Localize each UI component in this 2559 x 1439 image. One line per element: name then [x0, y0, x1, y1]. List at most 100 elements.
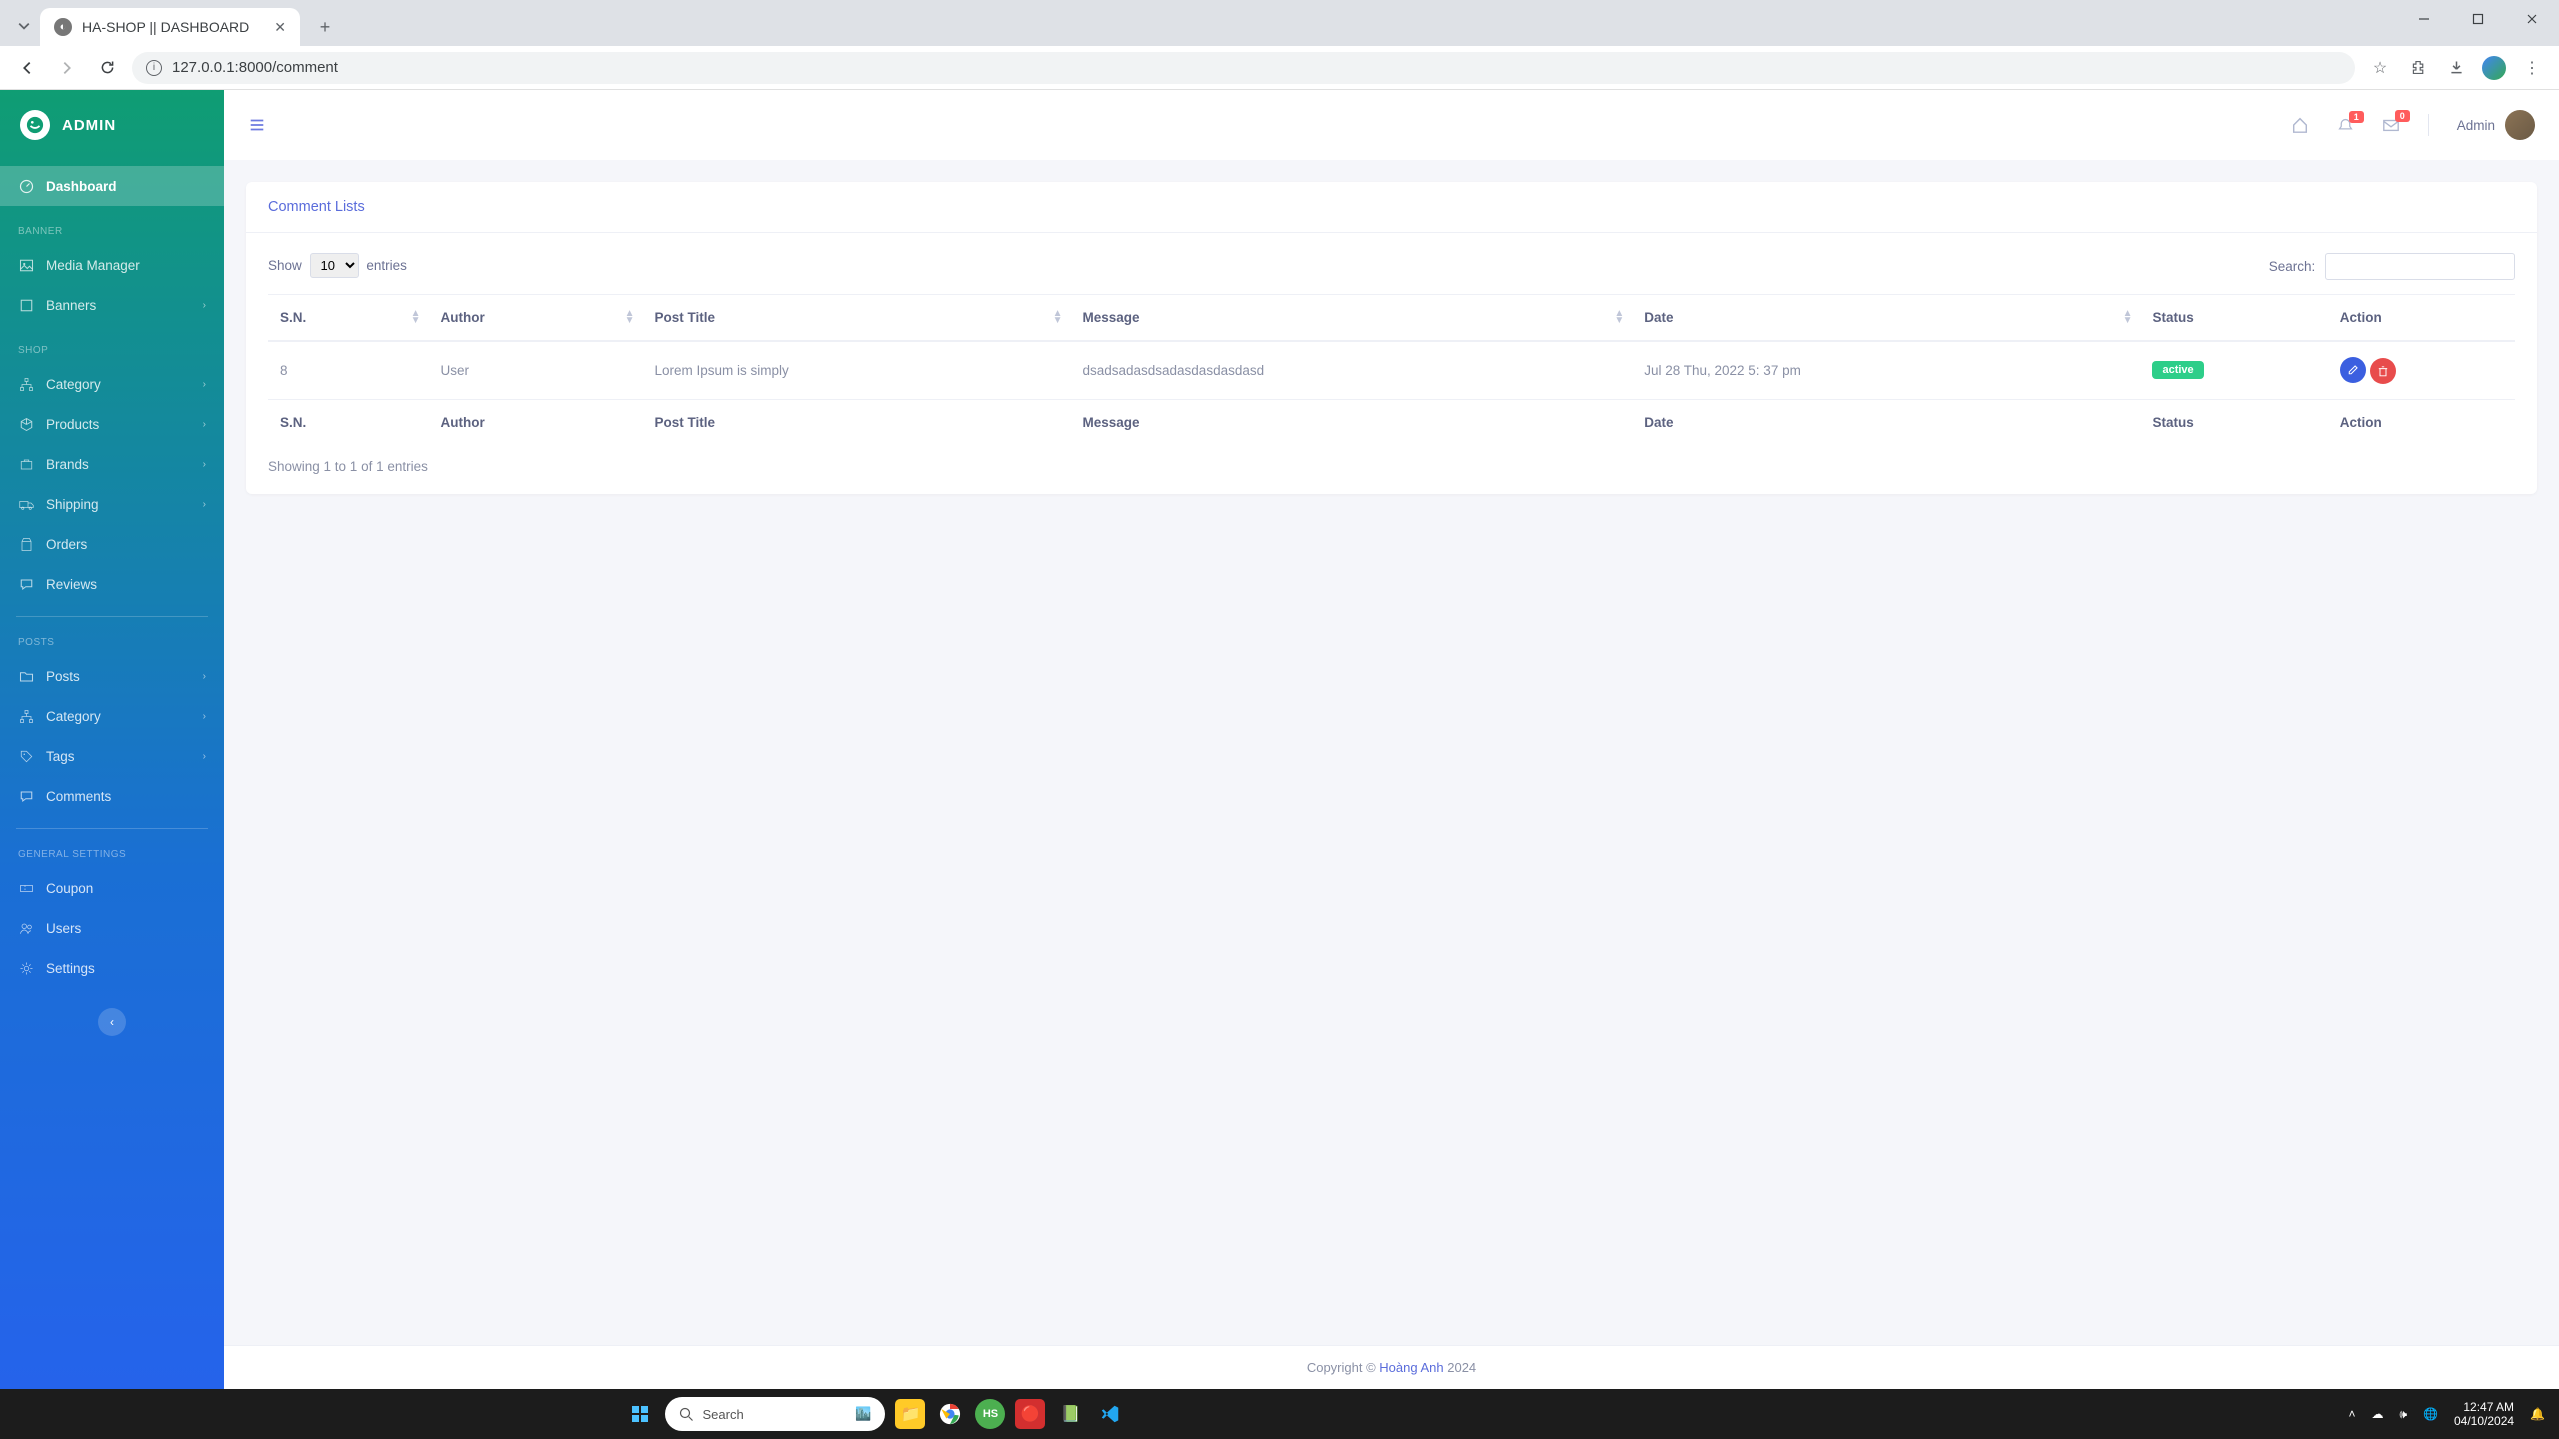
- nav-forward-button[interactable]: [52, 53, 82, 83]
- nav-section-heading: POSTS: [0, 629, 224, 656]
- chevron-right-icon: ›: [203, 419, 206, 430]
- cell-message: dsadsadasdsadasdasdasdasd: [1070, 341, 1632, 399]
- card-title: Comment Lists: [268, 199, 365, 215]
- sidebar-item-settings[interactable]: Settings: [0, 948, 224, 988]
- sidebar-item-comments[interactable]: Comments: [0, 776, 224, 816]
- tab-close-icon[interactable]: ✕: [274, 19, 286, 36]
- tab-list-dropdown[interactable]: [12, 14, 36, 38]
- sidebar-item-label: Posts: [46, 669, 80, 684]
- window-minimize-button[interactable]: [2397, 0, 2451, 38]
- chevron-right-icon: ›: [203, 711, 206, 722]
- brand-logo-icon: [20, 110, 50, 140]
- edit-button[interactable]: [2340, 357, 2366, 383]
- chrome-menu-icon[interactable]: ⋮: [2517, 53, 2547, 83]
- window-maximize-button[interactable]: [2451, 0, 2505, 38]
- tray-chevron-icon[interactable]: ˄: [2348, 1407, 2355, 1421]
- tray-lang-icon[interactable]: 🌐: [2423, 1407, 2438, 1421]
- downloads-icon[interactable]: [2441, 53, 2471, 83]
- sidebar-item-media-manager[interactable]: Media Manager: [0, 245, 224, 285]
- truck-icon: [18, 496, 34, 512]
- browser-tabs-bar: ◐ HA-SHOP || DASHBOARD ✕ +: [0, 0, 2559, 46]
- nav-section-heading: BANNER: [0, 218, 224, 245]
- layers-icon: [18, 297, 34, 313]
- browser-tab-active[interactable]: ◐ HA-SHOP || DASHBOARD ✕: [40, 8, 300, 46]
- sidebar-item-users[interactable]: Users: [0, 908, 224, 948]
- sidebar-item-label: Settings: [46, 961, 95, 976]
- tray-cloud-icon[interactable]: ☁: [2371, 1407, 2383, 1421]
- chevron-right-icon: ›: [203, 379, 206, 390]
- sidebar-item-products[interactable]: Products›: [0, 404, 224, 444]
- tray-notifications-icon[interactable]: 🔔: [2530, 1407, 2545, 1421]
- tray-wifi-icon[interactable]: 🕪: [2399, 1407, 2407, 1422]
- column-header-message[interactable]: Message▲▼: [1070, 295, 1632, 342]
- sidebar-item-orders[interactable]: Orders: [0, 524, 224, 564]
- column-footer: Action: [2328, 399, 2515, 445]
- user-name: Admin: [2457, 118, 2495, 133]
- taskbar-app-2[interactable]: 🔴: [1015, 1399, 1045, 1429]
- taskbar-search-placeholder: Search: [702, 1407, 743, 1422]
- sidebar-item-coupon[interactable]: Coupon: [0, 868, 224, 908]
- start-button[interactable]: [625, 1399, 655, 1429]
- sidebar-collapse-button[interactable]: ‹: [98, 1008, 126, 1036]
- taskbar-clock[interactable]: 12:47 AM 04/10/2024: [2454, 1400, 2514, 1428]
- taskbar-app-1[interactable]: HS: [975, 1399, 1005, 1429]
- cell-title: Lorem Ipsum is simply: [642, 341, 1070, 399]
- delete-button[interactable]: [2370, 358, 2396, 384]
- sidebar-toggle-button[interactable]: [248, 116, 266, 134]
- search-input[interactable]: [2325, 253, 2515, 280]
- taskbar-search[interactable]: Search 🏙️: [665, 1397, 885, 1431]
- sidebar-item-label: Dashboard: [46, 179, 117, 194]
- tab-title: HA-SHOP || DASHBOARD: [82, 19, 249, 35]
- file-explorer-icon[interactable]: 📁: [895, 1399, 925, 1429]
- nav-back-button[interactable]: [12, 53, 42, 83]
- image-icon: [18, 257, 34, 273]
- page-footer: Copyright © Hoàng Anh 2024: [224, 1345, 2559, 1389]
- brand[interactable]: ADMIN: [0, 90, 224, 160]
- sidebar-item-label: Shipping: [46, 497, 99, 512]
- sidebar-item-category[interactable]: Category›: [0, 696, 224, 736]
- sidebar-item-shipping[interactable]: Shipping›: [0, 484, 224, 524]
- url-input[interactable]: i 127.0.0.1:8000/comment: [132, 52, 2355, 84]
- table-info: Showing 1 to 1 of 1 entries: [268, 459, 2515, 474]
- extensions-icon[interactable]: [2403, 53, 2433, 83]
- orders-icon: [18, 536, 34, 552]
- sidebar-item-category[interactable]: Category›: [0, 364, 224, 404]
- column-header-action[interactable]: Action: [2328, 295, 2515, 342]
- table-row: 8UserLorem Ipsum is simplydsadsadasdsada…: [268, 341, 2515, 399]
- sidebar-item-label: Comments: [46, 789, 111, 804]
- sidebar-item-banners[interactable]: Banners›: [0, 285, 224, 325]
- new-tab-button[interactable]: +: [310, 12, 340, 42]
- search-icon: [679, 1407, 694, 1422]
- column-header-sn[interactable]: S.N.▲▼: [268, 295, 428, 342]
- column-header-posttitle[interactable]: Post Title▲▼: [642, 295, 1070, 342]
- nav-reload-button[interactable]: [92, 53, 122, 83]
- sidebar-item-posts[interactable]: Posts›: [0, 656, 224, 696]
- show-label: Show: [268, 258, 302, 273]
- sidebar-item-reviews[interactable]: Reviews: [0, 564, 224, 604]
- sidebar-item-dashboard[interactable]: Dashboard: [0, 166, 224, 206]
- page-size-select[interactable]: 10: [310, 253, 359, 278]
- taskbar-app-3[interactable]: 📗: [1055, 1399, 1085, 1429]
- column-header-author[interactable]: Author▲▼: [428, 295, 642, 342]
- status-badge: active: [2152, 361, 2203, 379]
- home-icon[interactable]: [2291, 116, 2309, 134]
- column-footer: Post Title: [642, 399, 1070, 445]
- column-footer: Status: [2140, 399, 2327, 445]
- column-header-date[interactable]: Date▲▼: [1632, 295, 2140, 342]
- windows-taskbar: Search 🏙️ 📁 HS 🔴 📗 ˄ ☁ 🕪 🌐 12:47 AM 04/1…: [0, 1389, 2559, 1439]
- chrome-icon[interactable]: [935, 1399, 965, 1429]
- window-close-button[interactable]: [2505, 0, 2559, 38]
- messages-icon[interactable]: 0: [2382, 116, 2400, 134]
- site-info-icon[interactable]: i: [146, 60, 162, 76]
- notifications-icon[interactable]: 1: [2337, 117, 2354, 134]
- dashboard-icon: [18, 178, 34, 194]
- profile-avatar-icon[interactable]: [2479, 53, 2509, 83]
- column-header-status[interactable]: Status: [2140, 295, 2327, 342]
- bookmark-star-icon[interactable]: ☆: [2365, 53, 2395, 83]
- sidebar-item-tags[interactable]: Tags›: [0, 736, 224, 776]
- sidebar-item-brands[interactable]: Brands›: [0, 444, 224, 484]
- footer-link[interactable]: Hoàng Anh: [1379, 1360, 1443, 1375]
- chevron-right-icon: ›: [203, 459, 206, 470]
- user-menu[interactable]: Admin: [2457, 110, 2535, 140]
- vscode-icon[interactable]: [1095, 1399, 1125, 1429]
